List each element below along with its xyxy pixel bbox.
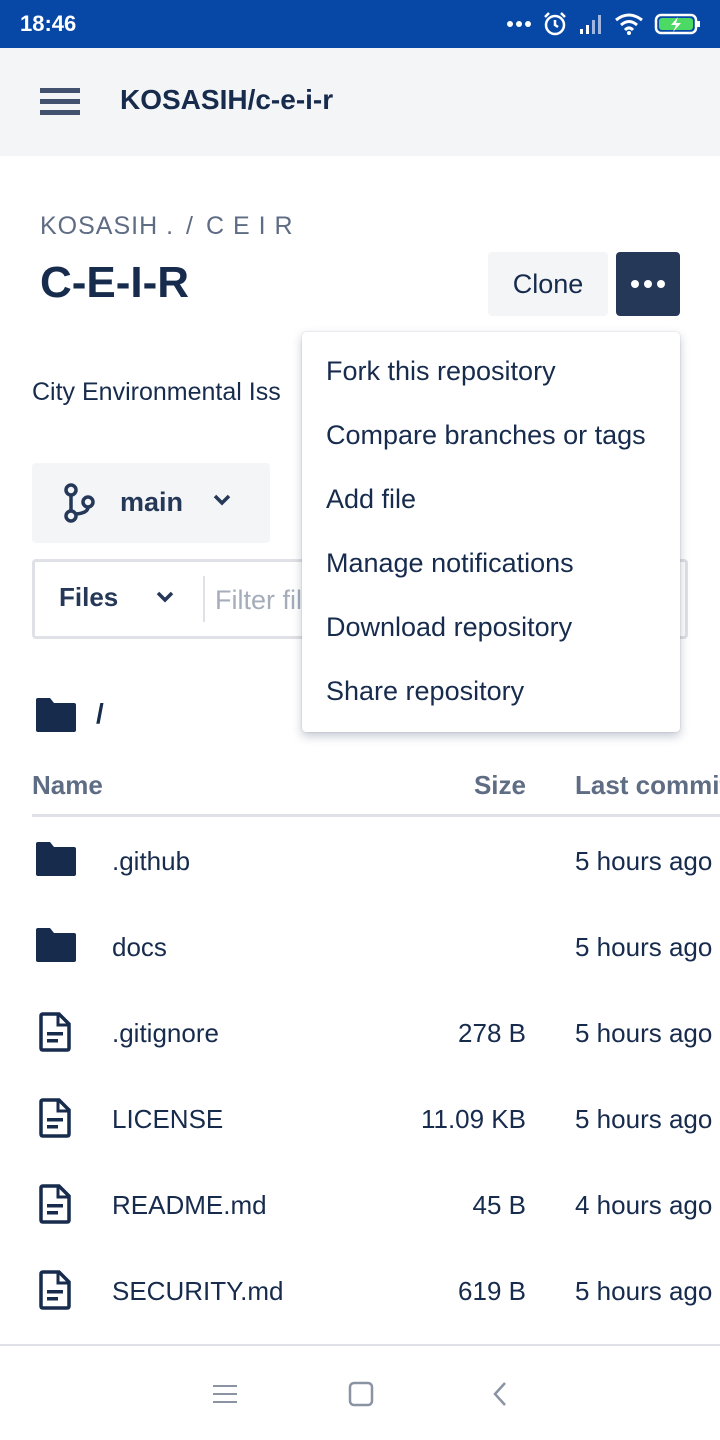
file-icon	[34, 1270, 78, 1310]
last-commit: 4 hours ago	[575, 1190, 713, 1220]
more-actions-dropdown: Fork this repository Compare branches or…	[302, 332, 680, 732]
header-title: KOSASIH/c-e-i-r	[120, 84, 334, 115]
last-commit: 5 hours ago	[575, 846, 713, 876]
last-commit: 5 hours ago	[575, 932, 713, 962]
file-size: 619 B	[458, 1276, 526, 1306]
file-size: 45 B	[472, 1190, 527, 1220]
table-header-divider	[32, 814, 720, 817]
system-nav-bar	[0, 1346, 720, 1440]
status-icons	[506, 8, 702, 40]
folder-icon	[34, 926, 78, 966]
file-name[interactable]: README.md	[112, 1190, 267, 1221]
clone-button[interactable]: Clone	[488, 252, 608, 316]
breadcrumb-separator: /	[186, 212, 194, 240]
table-row[interactable]: LICENSE 11.09 KB 5 hours ago	[0, 1076, 720, 1162]
recent-apps-icon[interactable]	[205, 1376, 245, 1412]
menu-item-download[interactable]: Download repository	[326, 612, 572, 643]
filter-divider	[203, 576, 205, 622]
menu-item-share[interactable]: Share repository	[326, 676, 524, 707]
file-icon	[34, 1098, 78, 1138]
file-size: 11.09 KB	[420, 1104, 526, 1134]
home-icon[interactable]	[341, 1376, 381, 1412]
file-name[interactable]: LICENSE	[112, 1104, 223, 1135]
table-row[interactable]: docs 5 hours ago	[0, 904, 720, 990]
app-header: KOSASIH/c-e-i-r	[0, 48, 720, 156]
files-type-select[interactable]: Files	[59, 582, 118, 613]
status-time: 18:46	[20, 11, 77, 36]
last-commit: 5 hours ago	[575, 1104, 713, 1134]
more-dots-icon	[506, 20, 532, 28]
file-name[interactable]: docs	[112, 932, 167, 963]
battery-charging-icon	[654, 12, 702, 36]
file-icon	[34, 1012, 78, 1052]
current-path: /	[96, 698, 104, 729]
file-name[interactable]: .gitignore	[112, 1018, 219, 1049]
folder-icon	[34, 696, 78, 739]
menu-item-notifications[interactable]: Manage notifications	[326, 548, 574, 579]
branch-label: main	[120, 487, 184, 517]
repo-description: City Environmental Iss	[32, 378, 281, 406]
breadcrumb-repo[interactable]: C E I R	[206, 212, 294, 240]
chevron-down-icon	[212, 493, 232, 512]
hamburger-menu-icon[interactable]	[36, 82, 84, 122]
file-size: 278 B	[458, 1018, 526, 1048]
branch-icon	[62, 483, 96, 528]
table-row[interactable]: README.md 45 B 4 hours ago	[0, 1162, 720, 1248]
table-row[interactable]: .github 5 hours ago	[0, 818, 720, 904]
column-header-size[interactable]: Size	[420, 770, 526, 801]
last-commit: 5 hours ago	[575, 1018, 713, 1048]
alarm-icon	[542, 11, 568, 37]
more-actions-button[interactable]	[616, 252, 680, 316]
page-title: C-E-I-R	[40, 258, 190, 307]
wifi-icon	[614, 12, 644, 36]
more-horizontal-icon	[631, 280, 639, 288]
status-bar: 18:46	[0, 0, 720, 48]
column-header-name[interactable]: Name	[32, 770, 103, 801]
menu-item-add-file[interactable]: Add file	[326, 484, 416, 515]
menu-item-compare[interactable]: Compare branches or tags	[326, 420, 646, 451]
last-commit: 5 hours ago	[575, 1276, 713, 1306]
table-row[interactable]: .gitignore 278 B 5 hours ago	[0, 990, 720, 1076]
signal-icon	[578, 13, 604, 35]
breadcrumb-owner[interactable]: KOSASIH .	[40, 212, 174, 240]
table-row[interactable]: SECURITY.md 619 B 5 hours ago	[0, 1248, 720, 1334]
breadcrumb: KOSASIH . / C E I R	[40, 212, 294, 241]
chevron-down-icon[interactable]	[155, 590, 175, 609]
file-name[interactable]: .github	[112, 846, 190, 877]
folder-icon	[34, 840, 78, 880]
menu-item-fork[interactable]: Fork this repository	[326, 356, 556, 387]
back-icon[interactable]	[480, 1376, 520, 1412]
file-name[interactable]: SECURITY.md	[112, 1276, 283, 1307]
branch-selector[interactable]: main	[32, 463, 270, 543]
column-header-last-commit[interactable]: Last commit	[575, 770, 720, 801]
file-icon	[34, 1184, 78, 1224]
